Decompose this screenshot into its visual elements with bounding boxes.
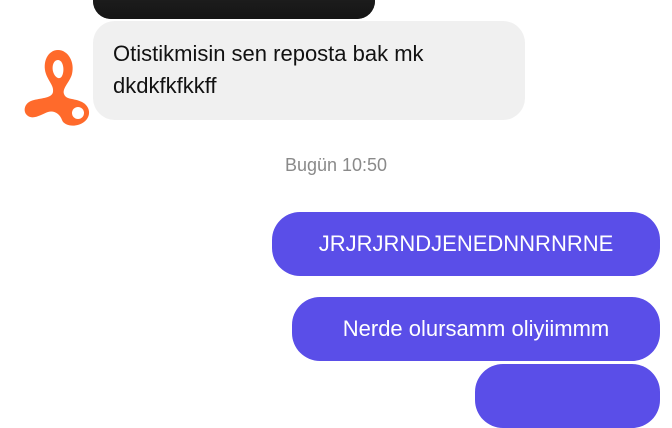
outgoing-message-bubble[interactable]: JRJRJRNDJENEDNNRNRNE bbox=[272, 212, 660, 276]
chat-thread: Otistikmisin sen reposta bak mk dkdkfkfk… bbox=[0, 0, 672, 428]
incoming-message-bubble[interactable]: Otistikmisin sen reposta bak mk dkdkfkfk… bbox=[93, 21, 525, 120]
media-thumbnail bbox=[93, 0, 375, 19]
outgoing-message-bubble-partial[interactable] bbox=[475, 364, 660, 428]
incoming-message-line-2: dkdkfkfkkff bbox=[113, 73, 217, 98]
shared-media-preview[interactable] bbox=[93, 0, 375, 19]
incoming-message-line-1: Otistikmisin sen reposta bak mk bbox=[113, 41, 424, 66]
outgoing-message-bubble[interactable]: Nerde olursamm oliyiimmm bbox=[292, 297, 660, 361]
date-separator-timestamp: Bugün 10:50 bbox=[284, 155, 388, 175]
orange-scribble-avatar-icon[interactable] bbox=[20, 42, 98, 128]
